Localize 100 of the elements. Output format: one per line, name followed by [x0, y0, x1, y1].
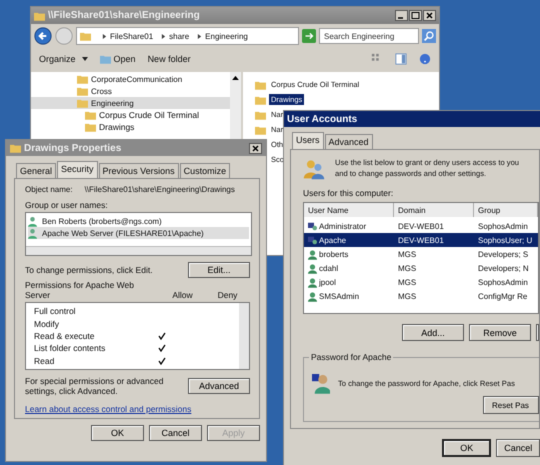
tree-item[interactable]: Drawings	[31, 121, 230, 133]
table-cell: broberts	[304, 248, 394, 260]
field-label: Object name:	[25, 185, 73, 194]
permission-name: Modify	[34, 318, 60, 329]
table-cell: jpool	[304, 276, 394, 288]
list-button[interactable]: Add...	[402, 324, 464, 341]
table-cell: Apache	[304, 234, 394, 246]
hint-text: For special permissions or advanced settings, click Advanced.	[25, 376, 164, 396]
breadcrumb-item[interactable]: FileShare01	[110, 32, 154, 40]
user-row[interactable]: Apache DEV-WEB01 SophosUser; U	[304, 233, 538, 247]
column-header[interactable]: User Name	[304, 203, 394, 217]
tab[interactable]: Previous Versions	[98, 163, 179, 178]
user-row[interactable]: broberts MGS Developers; S	[304, 247, 538, 261]
toolbar-button[interactable]: Open	[100, 54, 136, 64]
tree-item[interactable]: CorporateCommunication	[31, 73, 230, 85]
table-cell-text: Developers; S	[477, 250, 530, 258]
user-icon	[28, 228, 37, 238]
tab[interactable]: Users	[292, 132, 324, 149]
user-row[interactable]: SMSAdmin MGS ConfigMgr Re	[304, 289, 538, 303]
user-row[interactable]: Ben Roberts (broberts@ngs.com)	[28, 215, 249, 227]
user-row[interactable]: Apache Web Server (FILESHARE01\Apache)	[28, 227, 249, 239]
search-field[interactable]: Search Engineering	[319, 28, 419, 44]
tab[interactable]: Security	[57, 161, 98, 178]
scrollbar[interactable]	[26, 246, 251, 255]
table-cell-text: Developers; N	[477, 264, 530, 272]
permission-name: Read	[34, 356, 56, 366]
table-cell-text: DEV-WEB01	[397, 236, 445, 244]
computer-user-icon	[308, 220, 317, 232]
toolbar-button[interactable]: New folder	[148, 54, 191, 64]
breadcrumb-item[interactable]: share	[169, 32, 190, 40]
folder-icon	[77, 74, 88, 84]
user-icon	[308, 276, 317, 288]
window-title: \\FileShare01\share\Engineering	[48, 10, 201, 21]
advanced-button[interactable]: Advanced	[188, 378, 250, 394]
folder-icon	[255, 110, 266, 120]
chevron-icon	[102, 34, 107, 38]
folder-icon	[77, 98, 88, 108]
tab[interactable]: Customize	[180, 163, 230, 178]
scrollbar[interactable]	[239, 303, 249, 369]
table-cell-text: MGS	[397, 292, 418, 300]
table-cell-text: DEV-WEB01	[397, 222, 445, 230]
column-header[interactable]: Domain	[394, 203, 474, 217]
close-button[interactable]	[423, 10, 436, 21]
table-cell-text: MGS	[397, 264, 418, 272]
user-icon	[312, 372, 330, 394]
toolbar-button[interactable]: Organize	[39, 54, 88, 64]
chevron-icon	[161, 34, 166, 38]
chevron-icon	[197, 34, 202, 38]
dialog-button[interactable]: Cancel	[496, 439, 540, 457]
folder-icon	[255, 94, 266, 104]
window-title: Drawings Properties	[24, 142, 122, 154]
tab[interactable]: General	[16, 163, 56, 178]
column-header: Allow	[171, 290, 194, 300]
maximize-button[interactable]	[409, 10, 422, 21]
preview-pane-icon[interactable]	[395, 53, 407, 65]
field-label: Permissions for Apache Web Server	[25, 280, 135, 300]
user-list[interactable]: Ben Roberts (broberts@ngs.com) Apache Web Server (FILESHARE01\Apache)	[25, 212, 252, 256]
field-label: Group or user names:	[25, 200, 109, 210]
folder-icon	[85, 122, 96, 132]
tree-item[interactable]: Cross	[31, 85, 230, 97]
dialog-button[interactable]: OK	[442, 439, 492, 457]
scroll-up-arrow-icon[interactable]	[232, 75, 239, 80]
user-row[interactable]: cdahl MGS Developers; N	[304, 261, 538, 275]
refresh-icon[interactable]	[302, 29, 316, 43]
caret-icon	[82, 57, 88, 61]
search-icon[interactable]	[422, 28, 436, 44]
tree-item[interactable]: Engineering	[31, 97, 230, 109]
group-title: Password for Apache	[309, 352, 394, 362]
table-cell: SMSAdmin	[304, 290, 394, 302]
field-label: Users for this computer:	[303, 188, 394, 198]
permission-name: Read & execute	[34, 331, 96, 342]
edit-button[interactable]: Edit...	[188, 262, 250, 278]
column-header[interactable]: Group	[474, 203, 538, 217]
breadcrumb-item[interactable]: Engineering	[205, 32, 248, 40]
back-button[interactable]	[34, 27, 52, 45]
permission-name: Full control	[34, 306, 77, 316]
close-button[interactable]	[249, 142, 262, 154]
user-row[interactable]: jpool MGS SophosAdmin	[304, 275, 538, 289]
dialog-button[interactable]: OK	[91, 425, 144, 441]
window-title: User Accounts	[287, 114, 358, 124]
user-icon	[308, 248, 317, 260]
help-link[interactable]: Learn about access control and permissions	[25, 404, 192, 414]
dialog-button[interactable]: Cancel	[149, 425, 202, 441]
folder-icon	[80, 31, 91, 41]
user-icon	[308, 290, 317, 302]
tree-item[interactable]: Corpus Crude Oil Terminal	[31, 109, 230, 121]
reset-password-button[interactable]: Reset Pas	[483, 396, 539, 414]
list-button[interactable]: Remove	[469, 324, 531, 341]
column-header: Deny	[216, 290, 238, 300]
user-row[interactable]: Administrator DEV-WEB01 SophosAdmin	[304, 219, 538, 233]
table-cell-text: SophosAdmin	[477, 222, 529, 230]
address-bar[interactable]: FileShare01 share Engineering	[76, 27, 299, 45]
tab[interactable]: Advanced	[324, 134, 373, 149]
object-path: \\FileShare01\share\Engineering\Drawings	[84, 185, 235, 194]
folder-icon	[34, 10, 45, 20]
table-cell-text: ConfigMgr Re	[477, 292, 528, 300]
folder-icon	[255, 124, 266, 134]
permission-name: List folder contents	[34, 343, 106, 354]
users-icon	[303, 158, 325, 180]
minimize-button[interactable]	[395, 10, 408, 21]
